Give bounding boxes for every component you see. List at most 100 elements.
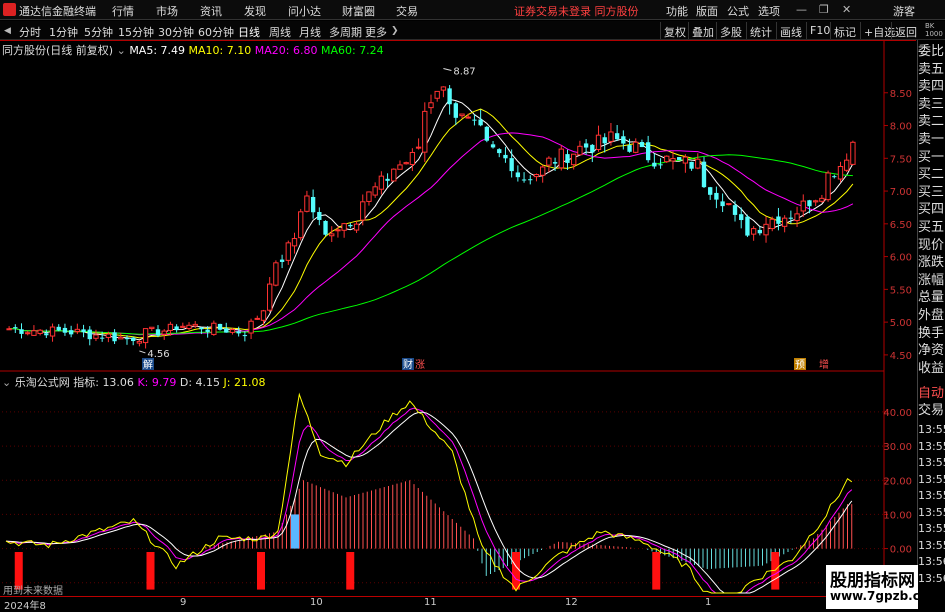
candle-body bbox=[180, 325, 186, 328]
kdj-line-j bbox=[5, 392, 853, 594]
login-warning[interactable]: 证券交易未登录 同方股份 bbox=[514, 3, 639, 19]
candle-body bbox=[708, 187, 713, 195]
menu-wealth[interactable]: 财富圈 bbox=[342, 3, 375, 19]
back-arrow-icon[interactable]: ◀ bbox=[4, 26, 11, 36]
signal-marker bbox=[257, 552, 265, 590]
candle-body bbox=[503, 154, 508, 159]
menu-options[interactable]: 选项 bbox=[758, 3, 780, 19]
candle-body bbox=[68, 330, 74, 335]
mark-button[interactable]: 标记 bbox=[830, 22, 859, 39]
menu-market[interactable]: 市场 bbox=[156, 3, 178, 19]
candle-body bbox=[720, 201, 725, 207]
overlay-button[interactable]: 叠加 bbox=[688, 22, 717, 39]
price-tick-label: 5.00 bbox=[890, 318, 912, 329]
menu-trade[interactable]: 交易 bbox=[396, 3, 418, 19]
candle-body bbox=[621, 136, 626, 144]
candle-body bbox=[291, 238, 298, 247]
stock-label[interactable]: 同方股份(日线 前复权) bbox=[2, 44, 113, 57]
candle-body bbox=[87, 329, 92, 340]
menu-formula[interactable]: 公式 bbox=[727, 3, 749, 19]
candle-body bbox=[348, 224, 353, 227]
candle-body bbox=[360, 201, 366, 221]
chart-area[interactable]: 8.874.56解财涨预增 8.508.007.507.006.506.005.… bbox=[0, 40, 945, 596]
candle-body bbox=[142, 328, 149, 344]
period-multi[interactable]: 多周期 bbox=[329, 24, 362, 40]
adjust-button[interactable]: 复权 bbox=[660, 22, 689, 39]
candle-body bbox=[248, 320, 254, 334]
candle-body bbox=[372, 186, 378, 196]
candle-body bbox=[769, 218, 775, 230]
candle-body bbox=[99, 337, 105, 339]
side-label: 总量 bbox=[918, 290, 945, 306]
period-15min[interactable]: 15分钟 bbox=[118, 24, 154, 40]
candle-body bbox=[602, 137, 607, 144]
app-logo-icon bbox=[3, 3, 16, 16]
candle-body bbox=[714, 192, 719, 200]
candle-body bbox=[329, 233, 335, 237]
candle-body bbox=[540, 166, 546, 176]
period-monthly[interactable]: 月线 bbox=[299, 24, 321, 40]
trade-label[interactable]: 交易 bbox=[918, 403, 945, 419]
d-label: D: 4.15 bbox=[179, 376, 221, 389]
period-timeshare[interactable]: 分时 bbox=[19, 24, 41, 40]
side-label: 委比 bbox=[918, 44, 945, 59]
period-more[interactable]: 更多 bbox=[365, 24, 387, 40]
auto-label[interactable]: 自动 bbox=[918, 386, 945, 402]
menu-discover[interactable]: 发现 bbox=[244, 3, 266, 19]
k-label: K: 9.79 bbox=[137, 376, 177, 389]
ma5-label: MA5: 7.49 bbox=[129, 44, 186, 57]
menu-layout[interactable]: 版面 bbox=[696, 3, 718, 19]
scroll-indicator[interactable]: BK 1000 bbox=[925, 22, 945, 38]
event-marker-label: 预 bbox=[795, 359, 805, 371]
period-daily[interactable]: 日线 bbox=[238, 24, 260, 40]
period-1min[interactable]: 1分钟 bbox=[49, 24, 78, 40]
candle-body bbox=[415, 146, 422, 149]
side-label: 净资 bbox=[918, 343, 945, 359]
ma-dropdown-icon[interactable]: ⌄ bbox=[117, 44, 126, 57]
menu-function[interactable]: 功能 bbox=[666, 3, 688, 19]
period-60min[interactable]: 60分钟 bbox=[198, 24, 234, 40]
candle-body bbox=[614, 133, 620, 140]
restore-icon[interactable]: ❐ bbox=[819, 3, 829, 16]
draw-line-button[interactable]: 画线 bbox=[776, 22, 805, 39]
more-arrow-icon[interactable]: ❯ bbox=[391, 26, 399, 36]
minimize-icon[interactable]: — bbox=[796, 3, 807, 16]
candle-body bbox=[739, 214, 744, 221]
menu-ask[interactable]: 问小达 bbox=[288, 3, 321, 19]
time-entry: 13:55 bbox=[918, 538, 945, 552]
price-tick-label: 7.00 bbox=[890, 187, 912, 198]
period-weekly[interactable]: 周线 bbox=[269, 24, 291, 40]
watermark-title: 股朋指标网 bbox=[830, 571, 915, 591]
high-price-label: 8.87 bbox=[453, 67, 475, 78]
price-tick-label: 6.00 bbox=[890, 253, 912, 264]
period-30min[interactable]: 30分钟 bbox=[158, 24, 194, 40]
candle-body bbox=[533, 173, 540, 178]
candle-body bbox=[385, 178, 390, 181]
return-button[interactable]: 返回 bbox=[891, 22, 920, 39]
guest-label[interactable]: 游客 bbox=[893, 3, 915, 19]
candle-body bbox=[44, 333, 49, 336]
menu-quotes[interactable]: 行情 bbox=[112, 3, 134, 19]
indicator-dropdown-icon[interactable]: ⌄ bbox=[2, 376, 11, 389]
time-entry: 13:56 bbox=[918, 555, 945, 568]
close-icon[interactable]: ✕ bbox=[842, 3, 851, 16]
candle-body bbox=[695, 158, 701, 169]
candle-body bbox=[776, 216, 781, 224]
candle-body bbox=[403, 162, 409, 165]
candle-body bbox=[577, 145, 583, 156]
candle-body bbox=[217, 323, 223, 330]
signal-marker bbox=[346, 552, 355, 590]
side-label: 外盘 bbox=[918, 308, 945, 323]
candle-body bbox=[391, 168, 397, 182]
candle-body bbox=[453, 103, 458, 118]
menu-news[interactable]: 资讯 bbox=[200, 3, 222, 19]
indicator-name[interactable]: 乐淘公式网 bbox=[15, 376, 70, 389]
stats-button[interactable]: 统计 bbox=[746, 22, 775, 39]
event-marker-label: 财 bbox=[403, 358, 413, 371]
multi-stock-button[interactable]: 多股 bbox=[716, 22, 745, 39]
candle-body bbox=[677, 157, 682, 160]
kdj-line-k bbox=[5, 407, 853, 594]
candle-body bbox=[260, 310, 267, 321]
candle-body bbox=[726, 203, 732, 206]
period-5min[interactable]: 5分钟 bbox=[84, 24, 113, 40]
